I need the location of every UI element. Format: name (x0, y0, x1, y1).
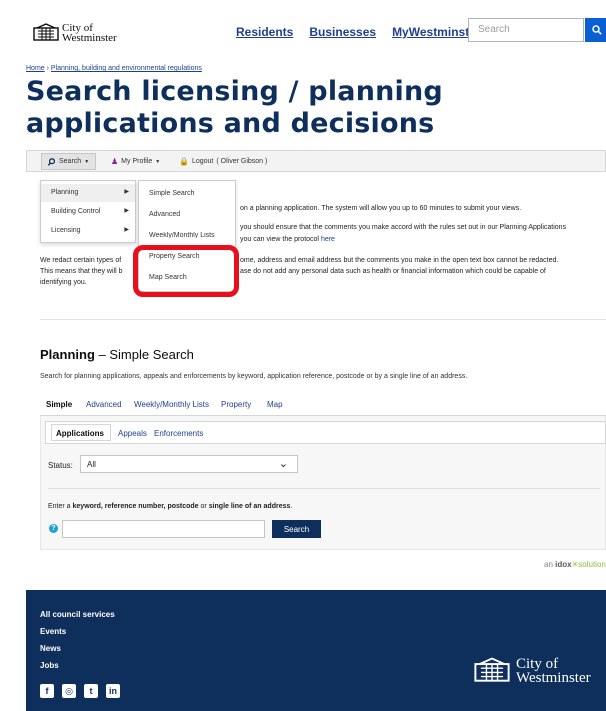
submenu-weekly-monthly[interactable]: Weekly/Monthly Lists (139, 232, 235, 238)
caret-right-icon: ▶ (124, 208, 129, 214)
westminster-crest-icon (474, 657, 510, 682)
toolbar-user-name: ( Oliver Gibson ) (216, 158, 268, 165)
footer-link-events[interactable]: Events (40, 627, 66, 636)
intro-line-4b: ome, address and email address but the c… (240, 257, 559, 264)
search-type-tabs: Simple Advanced Weekly/Monthly Lists Pro… (40, 394, 606, 416)
footer-link-news[interactable]: News (40, 644, 61, 653)
caret-right-icon: ▶ (124, 227, 129, 233)
lock-icon: 🔒 (179, 157, 189, 166)
instagram-icon[interactable]: ◎ (62, 684, 76, 698)
menu-item-licensing[interactable]: Licensing ▶ (41, 222, 135, 240)
tab-weekly-monthly[interactable]: Weekly/Monthly Lists (134, 400, 209, 409)
idox-brand: idox (555, 560, 572, 569)
keyword-search-input[interactable] (62, 520, 265, 538)
user-toolbar: Search ▼ ♟ My Profile ▼ 🔒 Logout ( Olive… (26, 150, 606, 172)
intro-line-6: identifying you. (40, 279, 87, 286)
idox-an: an (544, 560, 556, 569)
toolbar-search-label: Search (59, 158, 82, 165)
subtab-enforcements[interactable]: Enforcements (154, 429, 203, 438)
prompt-address: single line of an address (208, 503, 291, 510)
menu-item-planning[interactable]: Planning ▶ (41, 184, 135, 202)
menu-item-licensing-label: Licensing (51, 227, 81, 234)
subtab-appeals[interactable]: Appeals (118, 429, 147, 438)
nav-residents-link[interactable]: Residents (236, 25, 293, 39)
logo-line-2: Westminster (62, 32, 117, 44)
section-subtitle: Search for planning applications, appeal… (40, 373, 468, 380)
westminster-crest-icon (33, 23, 59, 41)
footer-link-council-services[interactable]: All council services (40, 610, 115, 619)
linkedin-icon[interactable]: in (106, 684, 120, 698)
intro-line-4a: We redact certain types of (40, 257, 122, 264)
toolbar-profile-menu[interactable]: ♟ My Profile ▼ (105, 153, 166, 170)
site-search-input[interactable]: Search (468, 18, 584, 42)
subtab-applications[interactable]: Applications (56, 429, 104, 438)
breadcrumb-home-link[interactable]: Home (26, 65, 45, 72)
protocol-link[interactable]: here (321, 236, 335, 243)
section-title-rest: – Simple Search (94, 347, 194, 362)
intro-line-2: you should ensure that the comments you … (240, 224, 567, 231)
site-search-button[interactable] (585, 18, 606, 42)
user-icon: ♟ (111, 157, 119, 166)
menu-item-building-control-label: Building Control (51, 208, 101, 215)
tab-map[interactable]: Map (267, 400, 283, 409)
menu-item-planning-label: Planning (51, 189, 79, 196)
intro-line-5b: ase do not add any personal data such as… (240, 268, 546, 275)
nav-businesses-link[interactable]: Businesses (309, 25, 376, 39)
search-prompt: Enter a keyword, reference number, postc… (48, 503, 292, 510)
search-dropdown-menu: Planning ▶ Building Control ▶ Licensing … (40, 180, 136, 243)
toolbar-profile-label: My Profile (121, 158, 153, 165)
submenu-advanced[interactable]: Advanced (139, 211, 235, 218)
prompt-part-1: Enter a (48, 503, 73, 510)
tab-advanced[interactable]: Advanced (86, 400, 122, 409)
page-title: Search licensing / planning applications… (26, 76, 443, 139)
section-divider (40, 319, 606, 320)
status-label: Status: (48, 461, 73, 470)
site-logo[interactable]: City of Westminster (33, 23, 117, 44)
footer-logo: City of Westminster (474, 656, 591, 686)
prompt-end: . (290, 503, 293, 510)
section-title: Planning – Simple Search (40, 347, 194, 362)
intro-line-5a: This means that they will b (40, 268, 123, 275)
search-icon (592, 25, 602, 35)
highlight-annotation-box (133, 245, 239, 297)
prompt-or: or (198, 503, 209, 510)
twitter-icon[interactable]: t (84, 684, 98, 698)
facebook-icon[interactable]: f (40, 684, 54, 698)
caret-down-icon: ▼ (155, 158, 161, 165)
footer-logo-line-1: City of (516, 656, 559, 672)
idox-branding[interactable]: an idox✳solution (544, 560, 606, 569)
search-submit-button[interactable]: Search (272, 520, 321, 538)
prompt-keyword: keyword, reference number, postcode (72, 503, 199, 510)
status-select[interactable]: All ⌄ (80, 455, 298, 473)
form-divider (48, 488, 600, 489)
footer-link-jobs[interactable]: Jobs (40, 661, 59, 670)
intro-line-3: you can view the protocol here (240, 235, 335, 245)
help-icon[interactable]: ? (49, 524, 58, 533)
toolbar-logout-label: Logout (191, 158, 214, 165)
toolbar-logout-link[interactable]: 🔒 Logout ( Oliver Gibson ) (173, 153, 273, 170)
idox-solution: solution (578, 560, 606, 569)
caret-right-icon: ▶ (124, 189, 129, 195)
breadcrumb: Home › Planning, building and environmen… (26, 65, 202, 72)
toolbar-search-menu[interactable]: Search ▼ (41, 153, 97, 170)
menu-item-building-control[interactable]: Building Control ▶ (41, 203, 135, 221)
search-icon (48, 157, 56, 166)
search-category-tabs: Applications Appeals Enforcements (45, 421, 606, 444)
status-select-value: All (87, 460, 96, 469)
footer-logo-line-2: Westminster (516, 670, 591, 686)
section-title-bold: Planning (40, 347, 95, 362)
site-header: City of Westminster Residents Businesses… (0, 0, 606, 66)
submenu-simple-search[interactable]: Simple Search (139, 190, 235, 197)
site-footer: All council services Events News Jobs f … (26, 590, 606, 711)
chevron-down-icon: ⌄ (278, 458, 288, 470)
caret-down-icon: ▼ (84, 158, 90, 165)
tab-property[interactable]: Property (221, 400, 251, 409)
intro-line-1: on a planning application. The system wi… (240, 205, 522, 212)
breadcrumb-section-link[interactable]: Planning, building and environmental reg… (51, 65, 202, 72)
tab-simple[interactable]: Simple (46, 400, 72, 409)
intro-line-3-text: you can view the protocol (240, 236, 321, 243)
